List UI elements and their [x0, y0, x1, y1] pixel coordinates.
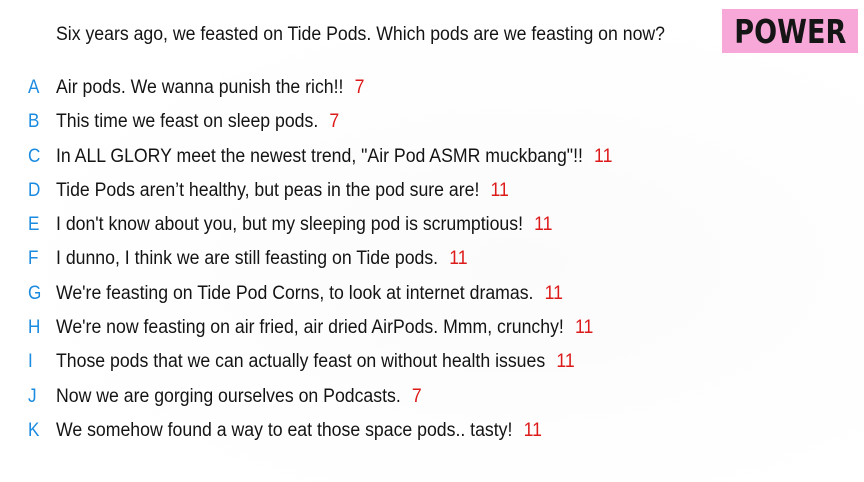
answer-body: We're now feasting on air fried, air dri…: [56, 315, 593, 341]
answer-body: Air pods. We wanna punish the rich!! 7: [56, 75, 364, 101]
vote-count: 11: [594, 145, 613, 167]
answer-letter: C: [28, 145, 41, 167]
answer-text: In ALL GLORY meet the newest trend, "Air…: [56, 145, 583, 167]
answer-text: This time we feast on sleep pods.: [56, 111, 319, 133]
answer-row-i[interactable]: I Those pods that we can actually feast o…: [0, 345, 864, 379]
answer-letter: D: [28, 179, 41, 201]
answer-text: Air pods. We wanna punish the rich!!: [56, 77, 344, 98]
answer-text: Now we are gorging ourselves on Podcasts…: [56, 385, 401, 407]
answer-body: We're feasting on Tide Pod Corns, to loo…: [56, 281, 563, 307]
answer-text: Tide Pods aren’t healthy, but peas in th…: [56, 179, 480, 201]
answer-letter: J: [28, 385, 37, 407]
prompt-question: Six years ago, we feasted on Tide Pods. …: [56, 24, 665, 45]
answer-row-d[interactable]: D Tide Pods aren’t healthy, but peas in t…: [0, 174, 864, 208]
answer-row-f[interactable]: F I dunno, I think we are still feasting …: [0, 242, 864, 276]
vote-count: 7: [354, 77, 365, 98]
answer-text: I dunno, I think we are still feasting o…: [56, 248, 439, 270]
power-badge-label: POWER: [733, 11, 847, 51]
answer-body: I don't know about you, but my sleeping …: [56, 212, 553, 238]
vote-count: 11: [490, 179, 509, 201]
answer-letter: E: [28, 214, 40, 236]
answer-body: Now we are gorging ourselves on Podcasts…: [56, 384, 422, 410]
answer-body: This time we feast on sleep pods. 7: [56, 109, 339, 135]
answer-text: We somehow found a way to eat those spac…: [56, 419, 513, 441]
answer-body: In ALL GLORY meet the newest trend, "Air…: [56, 144, 612, 170]
vote-count: 11: [574, 317, 594, 339]
game-screen: Six years ago, we feasted on Tide Pods. …: [0, 0, 864, 482]
answer-letter: K: [28, 419, 40, 441]
answer-text: I don't know about you, but my sleeping …: [56, 214, 523, 236]
answer-text: Those pods that we can actually feast on…: [56, 351, 546, 373]
answer-row-a[interactable]: A Air pods. We wanna punish the rich!! 7: [0, 71, 864, 105]
answer-row-h[interactable]: H We're now feasting on air fried, air dr…: [0, 311, 864, 345]
answer-letter: G: [28, 282, 42, 304]
vote-count: 11: [556, 351, 575, 373]
vote-count: 11: [534, 214, 553, 236]
answer-body: We somehow found a way to eat those spac…: [56, 418, 542, 444]
answer-body: Those pods that we can actually feast on…: [56, 349, 575, 375]
vote-count: 7: [329, 111, 340, 133]
answer-letter: A: [28, 77, 40, 98]
answer-row-j[interactable]: J Now we are gorging ourselves on Podcast…: [0, 380, 864, 414]
answer-letter: H: [28, 317, 41, 339]
answer-text: We're now feasting on air fried, air dri…: [56, 317, 564, 339]
vote-count: 11: [449, 248, 468, 270]
answer-row-g[interactable]: G We're feasting on Tide Pod Corns, to lo…: [0, 277, 864, 311]
answer-row-b[interactable]: B This time we feast on sleep pods. 7: [0, 105, 864, 139]
answer-row-k[interactable]: K We somehow found a way to eat those spa…: [0, 414, 864, 448]
answer-list: A Air pods. We wanna punish the rich!! 7 B T…: [0, 71, 864, 448]
answer-letter: F: [28, 248, 39, 270]
vote-count: 11: [544, 282, 563, 304]
answer-row-e[interactable]: E I don't know about you, but my sleeping…: [0, 208, 864, 242]
power-badge: POWER: [722, 9, 858, 53]
answer-body: Tide Pods aren’t healthy, but peas in th…: [56, 178, 509, 204]
answer-letter: I: [28, 351, 33, 373]
vote-count: 11: [523, 419, 542, 441]
vote-count: 7: [411, 385, 422, 407]
answer-body: I dunno, I think we are still feasting o…: [56, 246, 468, 272]
answer-text: We're feasting on Tide Pod Corns, to loo…: [56, 282, 534, 304]
answer-letter: B: [28, 111, 40, 133]
answer-row-c[interactable]: C In ALL GLORY meet the newest trend, "Ai…: [0, 140, 864, 174]
